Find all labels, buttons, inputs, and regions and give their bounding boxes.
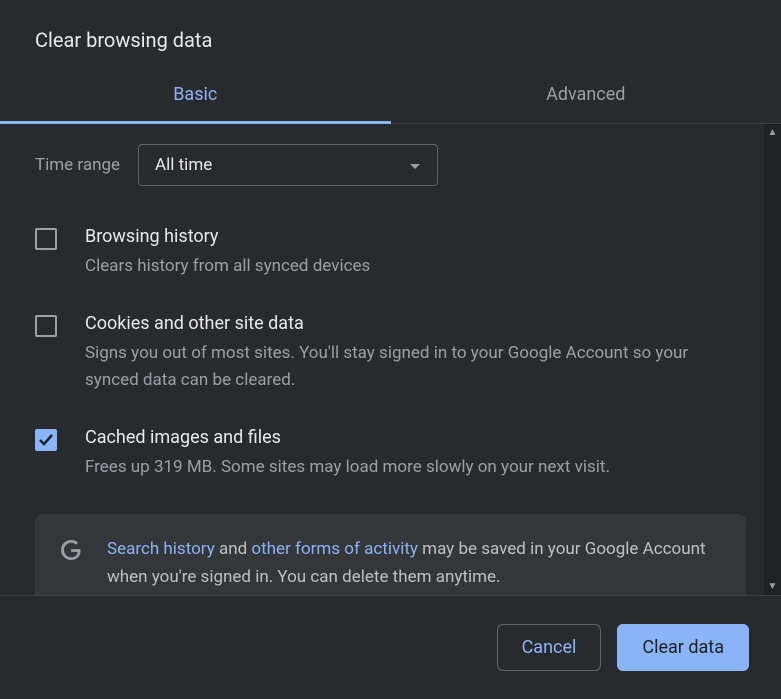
clear-data-button[interactable]: Clear data: [617, 624, 749, 671]
scroll-area: Time range All time Browsing history Cle…: [0, 124, 781, 595]
option-title-cache: Cached images and files: [85, 427, 746, 448]
time-range-select[interactable]: All time: [138, 144, 438, 186]
cancel-button-label: Cancel: [522, 637, 577, 658]
scrollbar[interactable]: ▲ ▼: [764, 124, 781, 595]
tab-advanced[interactable]: Advanced: [391, 84, 781, 123]
info-mid1: and: [215, 539, 252, 559]
scrollbar-up-icon[interactable]: ▲: [764, 124, 781, 141]
option-browsing-history: Browsing history Clears history from all…: [35, 226, 746, 279]
option-text: Cookies and other site data Signs you ou…: [85, 313, 746, 393]
time-range-row: Time range All time: [35, 144, 746, 186]
cancel-button[interactable]: Cancel: [497, 624, 602, 671]
checkbox-cache[interactable]: [35, 429, 57, 451]
tab-advanced-label: Advanced: [546, 84, 625, 105]
time-range-label: Time range: [35, 155, 120, 175]
info-card: Search history and other forms of activi…: [35, 514, 746, 595]
tab-basic[interactable]: Basic: [0, 84, 391, 123]
checkbox-cookies[interactable]: [35, 315, 57, 337]
option-desc-cache: Frees up 319 MB. Some sites may load mor…: [85, 454, 746, 480]
info-text: Search history and other forms of activi…: [107, 536, 722, 590]
tab-basic-label: Basic: [173, 84, 217, 105]
dialog-footer: Cancel Clear data: [0, 595, 781, 699]
option-desc-browsing-history: Clears history from all synced devices: [85, 253, 746, 279]
link-other-activity[interactable]: other forms of activity: [251, 539, 418, 559]
option-cookies: Cookies and other site data Signs you ou…: [35, 313, 746, 393]
clear-browsing-data-dialog: Clear browsing data Basic Advanced Time …: [0, 0, 781, 699]
time-range-value: All time: [155, 155, 212, 175]
scroll-content: Time range All time Browsing history Cle…: [0, 124, 781, 595]
option-title-browsing-history: Browsing history: [85, 226, 746, 247]
link-search-history[interactable]: Search history: [107, 539, 215, 559]
option-text: Browsing history Clears history from all…: [85, 226, 746, 279]
option-desc-cookies: Signs you out of most sites. You'll stay…: [85, 340, 746, 393]
clear-data-button-label: Clear data: [642, 637, 724, 658]
option-text: Cached images and files Frees up 319 MB.…: [85, 427, 746, 480]
scrollbar-down-icon[interactable]: ▼: [764, 578, 781, 595]
chevron-down-icon: [409, 156, 421, 175]
tabs: Basic Advanced: [0, 84, 781, 124]
option-cache: Cached images and files Frees up 319 MB.…: [35, 427, 746, 480]
checkbox-browsing-history[interactable]: [35, 228, 57, 250]
option-title-cookies: Cookies and other site data: [85, 313, 746, 334]
dialog-title: Clear browsing data: [0, 0, 781, 52]
google-icon: [59, 538, 83, 566]
